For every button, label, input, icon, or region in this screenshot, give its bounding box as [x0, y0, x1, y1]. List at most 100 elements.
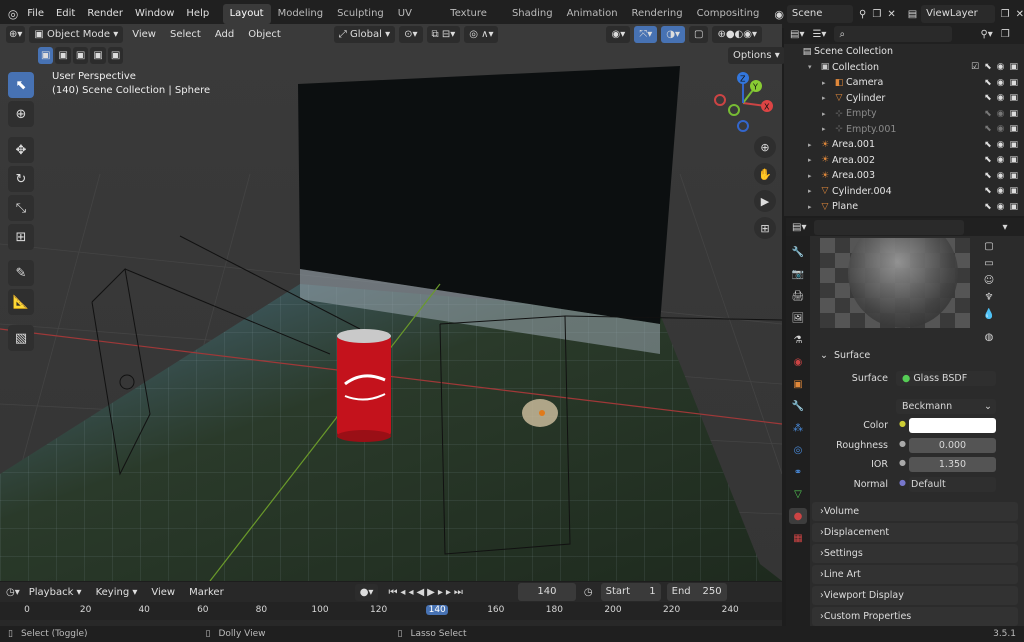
- preview-range-icon[interactable]: ◷: [584, 587, 593, 598]
- render-camera-icon[interactable]: ▣: [1009, 78, 1018, 88]
- timeline-ruler[interactable]: 0 20 40 60 80 100 120 140 160 180 200 220 240: [0, 602, 782, 620]
- workspace-tab-modeling[interactable]: Modeling: [271, 4, 331, 24]
- properties-editor-icon[interactable]: ▤▾: [792, 222, 806, 233]
- timeline-menu-keying[interactable]: Keying ▾: [91, 587, 143, 598]
- select-subtract-icon[interactable]: ▣: [72, 47, 89, 64]
- roughness-field[interactable]: 0.000: [909, 438, 996, 453]
- new-view-layer-icon[interactable]: ❐: [1001, 9, 1010, 20]
- proportional-editing-icon[interactable]: ◎ ∧▾: [464, 25, 499, 43]
- glass-sphere-object[interactable]: [522, 399, 558, 427]
- cursor-tool-icon[interactable]: ⊕: [8, 101, 34, 127]
- outliner-item[interactable]: ▸ ◧ Camera ⬉ ◉ ▣: [784, 75, 1024, 91]
- color-swatch[interactable]: [909, 418, 996, 433]
- visibility-eye-icon[interactable]: ◉: [997, 124, 1005, 134]
- current-frame-field[interactable]: 140: [517, 583, 576, 601]
- view-layer-selector[interactable]: ViewLayer: [921, 5, 995, 23]
- blender-logo-icon[interactable]: ◎: [5, 7, 21, 21]
- visibility-eye-icon[interactable]: ◉: [997, 202, 1005, 212]
- outliner-item[interactable]: ▸ ⊹ Empty ⬉ ◉ ▣: [784, 106, 1024, 122]
- preview-fluid-icon[interactable]: 💧: [980, 306, 998, 322]
- transform-tool-icon[interactable]: ⊞: [8, 224, 34, 250]
- workspace-tab-sculpting[interactable]: Sculpting: [330, 4, 391, 24]
- select-invert-icon[interactable]: ▣: [90, 47, 106, 64]
- visibility-eye-icon[interactable]: ◉: [997, 155, 1005, 165]
- subpanel-header[interactable]: › Displacement: [812, 523, 1018, 542]
- zoom-icon[interactable]: ⊕: [754, 136, 776, 158]
- properties-search-input[interactable]: [814, 219, 965, 235]
- snapping-icon[interactable]: ⧉ ⊟▾: [426, 25, 461, 43]
- overlay-toggle-icon[interactable]: ◑▾: [661, 25, 685, 43]
- select-toggle-icon[interactable]: ⬉: [984, 124, 992, 134]
- delete-scene-icon[interactable]: ✕: [887, 9, 895, 20]
- pan-hand-icon[interactable]: ✋: [754, 163, 776, 185]
- surface-shader-field[interactable]: ● Glass BSDF: [896, 371, 996, 386]
- viewport-menu-add[interactable]: Add: [210, 29, 239, 40]
- navigation-gizmo[interactable]: X Y Z: [708, 70, 778, 136]
- xray-toggle-icon[interactable]: ▢: [689, 25, 709, 43]
- render-camera-icon[interactable]: ▣: [1009, 93, 1018, 103]
- world-tab-icon[interactable]: ◉: [789, 354, 807, 370]
- ortho-grid-icon[interactable]: ⊞: [754, 217, 776, 239]
- scale-tool-icon[interactable]: ⤡: [8, 195, 34, 221]
- expand-chevron-icon[interactable]: ▸: [822, 110, 832, 118]
- 3d-viewport[interactable]: [0, 24, 782, 581]
- distribution-dropdown[interactable]: Beckmann ⌄: [896, 399, 996, 414]
- physics-tab-icon[interactable]: ◎: [789, 442, 807, 458]
- playback-controls[interactable]: ⏮◂◂◀▶▸▸⏭: [388, 587, 465, 598]
- editor-type-icon[interactable]: ⊕▾: [6, 25, 26, 43]
- outliner-item[interactable]: ▸ ▽ Cylinder ⬉ ◉ ▣: [784, 91, 1024, 107]
- outliner-item[interactable]: ▸ ▽ Plane ⬉ ◉ ▣: [784, 199, 1024, 215]
- outliner-item[interactable]: ▸ ▽ Cylinder.004 ⬉ ◉ ▣: [784, 184, 1024, 200]
- select-toggle-icon[interactable]: ⬉: [984, 140, 992, 150]
- expand-chevron-icon[interactable]: ▸: [822, 79, 832, 87]
- coke-can-object[interactable]: [337, 329, 391, 442]
- surface-panel-header[interactable]: ⌄ Surface: [812, 346, 1018, 365]
- new-scene-icon[interactable]: ❐: [872, 9, 881, 20]
- material-tab-icon[interactable]: ●: [789, 508, 807, 524]
- outliner-display-mode-icon[interactable]: ☰▾: [812, 29, 826, 40]
- select-toggle-icon[interactable]: ⬉: [984, 171, 992, 181]
- measure-tool-icon[interactable]: 📐: [8, 289, 34, 315]
- constraints-tab-icon[interactable]: ⚭: [789, 464, 807, 480]
- outliner-item[interactable]: ▾ ▣ Collection ☑ ⬉ ◉ ▣: [784, 60, 1024, 76]
- auto-keying-record-icon[interactable]: ●▾: [354, 583, 379, 601]
- workspace-tab-compositing[interactable]: Compositing: [690, 4, 767, 24]
- expand-chevron-icon[interactable]: ▾: [808, 63, 818, 71]
- expand-chevron-icon[interactable]: ▸: [808, 187, 818, 195]
- pin-icon[interactable]: ⚲: [859, 9, 866, 20]
- select-extend-icon[interactable]: ▣: [55, 47, 71, 64]
- particles-tab-icon[interactable]: ⁂: [789, 420, 807, 436]
- viewport-menu-select[interactable]: Select: [165, 29, 206, 40]
- expand-chevron-icon[interactable]: ▸: [808, 172, 818, 180]
- move-tool-icon[interactable]: ✥: [8, 137, 34, 163]
- outliner-editor-icon[interactable]: ▤▾: [790, 29, 804, 40]
- transform-orientation-dropdown[interactable]: ⤢ Global ▾: [333, 25, 396, 43]
- select-new-icon[interactable]: ▣: [38, 47, 54, 64]
- expand-chevron-icon[interactable]: ▸: [822, 94, 832, 102]
- output-tab-icon[interactable]: 🖨: [789, 288, 807, 304]
- workspace-tab-layout[interactable]: Layout: [222, 4, 271, 24]
- visibility-eye-icon[interactable]: ◉: [997, 140, 1005, 150]
- visibility-eye-icon[interactable]: ◉: [997, 93, 1005, 103]
- visibility-eye-icon[interactable]: ◉: [997, 171, 1005, 181]
- scene-tab-icon[interactable]: ⚗: [789, 332, 807, 348]
- select-toggle-icon[interactable]: ⬉: [984, 202, 992, 212]
- subpanel-header[interactable]: › Custom Properties: [812, 607, 1018, 626]
- delete-view-layer-icon[interactable]: ✕: [1016, 9, 1024, 20]
- render-camera-icon[interactable]: ▣: [1009, 202, 1018, 212]
- render-tab-icon[interactable]: 📷: [789, 266, 807, 282]
- outliner-search-input[interactable]: ⌕: [834, 26, 953, 42]
- end-frame-field[interactable]: End 250: [666, 583, 727, 601]
- ior-field[interactable]: 1.350: [909, 457, 996, 472]
- preview-monkey-icon[interactable]: ☺: [980, 272, 998, 288]
- properties-options-icon[interactable]: ▾: [1002, 222, 1007, 233]
- visibility-eye-icon[interactable]: ◉: [997, 62, 1005, 72]
- tool-tab-icon[interactable]: 🔧: [789, 244, 807, 260]
- expand-chevron-icon[interactable]: ▸: [808, 203, 818, 211]
- options-dropdown[interactable]: Options ▾: [728, 47, 785, 64]
- render-camera-icon[interactable]: ▣: [1009, 140, 1018, 150]
- view-layer-tab-icon[interactable]: 🖼: [789, 310, 807, 326]
- object-mode-dropdown[interactable]: ▣ Object Mode ▾: [29, 25, 124, 43]
- workspace-tab-shading[interactable]: Shading: [505, 4, 560, 24]
- camera-view-icon[interactable]: ▶: [754, 190, 776, 212]
